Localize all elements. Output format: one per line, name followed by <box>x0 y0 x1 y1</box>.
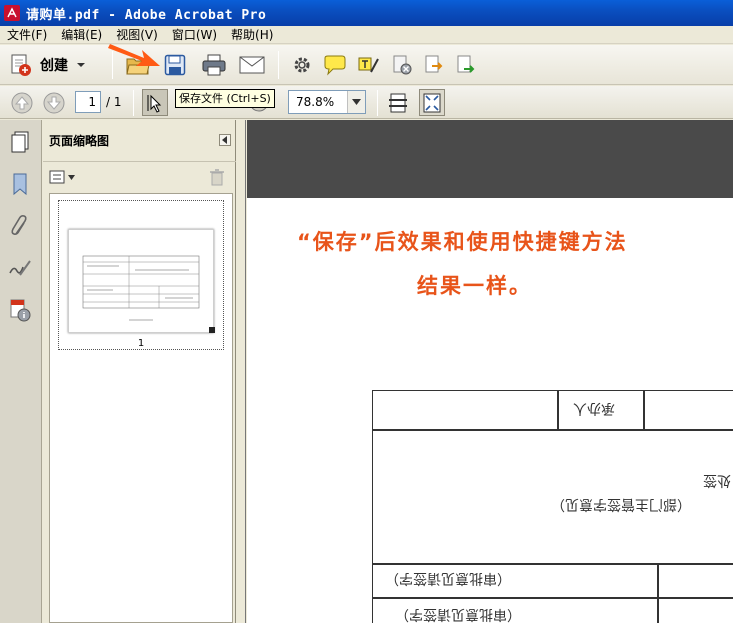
panel-splitter[interactable] <box>236 120 246 623</box>
mirrored-text: （审批意见请签字） <box>395 606 521 622</box>
thumbnail-resize-handle[interactable] <box>209 327 215 333</box>
zoom-value: 78.8% <box>296 95 335 109</box>
chevron-down-icon[interactable] <box>347 91 365 113</box>
chevron-down-icon <box>77 63 85 67</box>
envelope-icon <box>239 56 265 74</box>
bookmarks-button[interactable] <box>6 170 34 198</box>
table-divider <box>557 391 559 429</box>
thumbnail-list: 1 <box>49 193 233 623</box>
table-divider <box>643 391 645 429</box>
text-edit-icon <box>358 57 379 73</box>
menu-file[interactable]: 文件(F) <box>0 26 54 44</box>
annotation-text-line2: 结果一样。 <box>417 274 532 298</box>
mirrored-text: （部门主管签字意见） <box>551 496 691 512</box>
fit-width-button[interactable] <box>386 90 410 116</box>
secure-button[interactable] <box>390 53 414 77</box>
document-send-icon <box>457 55 475 73</box>
title-bar: 请购单.pdf - Adobe Acrobat Pro <box>0 0 733 26</box>
acrobat-logo-icon <box>4 5 20 21</box>
chevron-left-icon <box>222 136 227 144</box>
thumbnails-panel: 页面缩略图 1 <box>43 120 236 623</box>
create-label: 创建 <box>40 58 68 74</box>
settings-button[interactable] <box>290 53 314 77</box>
print-button[interactable] <box>200 52 228 78</box>
arrow-up-icon <box>11 92 33 114</box>
annotation-text-line1: “保存”后效果和使用快捷键方法 <box>297 230 628 254</box>
toolbar-separator <box>133 90 134 116</box>
save-tooltip: 保存文件 (Ctrl+S) <box>175 89 275 108</box>
thumbnail-page-number: 1 <box>137 338 145 349</box>
document-lock-icon <box>393 55 412 75</box>
mirrored-form-table: 承办人 （部门主管签字意见） 处签 （审批意见请签字） （审批意见请签字） <box>372 390 733 623</box>
page-total: / 1 <box>106 95 122 109</box>
thumbnail-options-button[interactable] <box>49 168 75 186</box>
page-number-input[interactable] <box>75 91 101 113</box>
next-page-button[interactable] <box>42 91 66 115</box>
thumbnail-page-preview <box>68 229 214 333</box>
cursor-select-icon <box>147 94 162 113</box>
save-floppy-icon <box>164 54 186 76</box>
fit-width-icon <box>389 93 407 113</box>
document-view[interactable]: “保存”后效果和使用快捷键方法 结果一样。 承办人 （部门主管签字意见） 处签 … <box>247 120 733 623</box>
delete-page-button[interactable] <box>209 168 225 189</box>
table-divider <box>657 563 659 623</box>
navigation-rail <box>0 120 42 623</box>
fit-page-button[interactable] <box>419 89 445 116</box>
navigation-toolbar: / 1 78.8% <box>0 86 733 119</box>
fit-page-icon <box>423 93 441 112</box>
create-pdf-icon <box>11 54 31 76</box>
paperclip-icon <box>11 215 27 235</box>
table-divider <box>373 563 733 565</box>
document-arrow-icon <box>425 55 443 73</box>
document-info-icon <box>10 299 31 322</box>
page-thumbnail[interactable]: 1 <box>58 200 224 350</box>
signature-pen-icon <box>9 260 31 276</box>
mirrored-text: 处签 <box>703 472 731 488</box>
bookmark-icon <box>13 173 27 196</box>
options-list-icon <box>49 170 65 184</box>
zoom-select[interactable]: 78.8% <box>288 90 366 114</box>
panel-header: 页面缩略图 <box>43 120 236 162</box>
menu-window[interactable]: 窗口(W) <box>165 26 224 44</box>
arrow-down-icon <box>43 92 65 114</box>
menu-help[interactable]: 帮助(H) <box>224 26 280 44</box>
comment-button[interactable] <box>322 53 348 77</box>
page-thumbnails-button[interactable] <box>6 128 34 156</box>
chevron-down-icon <box>68 174 75 180</box>
create-button[interactable]: 创建 <box>8 52 86 78</box>
save-button[interactable] <box>162 52 188 78</box>
pages-icon <box>11 131 29 153</box>
menu-edit[interactable]: 编辑(E) <box>54 26 109 44</box>
sign-button[interactable] <box>356 53 382 77</box>
send-button[interactable] <box>454 53 478 77</box>
comment-bubble-icon <box>324 55 346 76</box>
trash-icon <box>210 169 224 186</box>
security-settings-button[interactable] <box>6 296 34 324</box>
collapse-panel-button[interactable] <box>219 134 231 146</box>
gear-icon <box>294 57 310 73</box>
toolbar-separator <box>377 90 378 116</box>
signatures-button[interactable] <box>6 254 34 282</box>
table-divider <box>373 597 733 599</box>
export-button[interactable] <box>422 53 446 77</box>
select-tool-button[interactable] <box>142 89 168 116</box>
annotation-arrow-icon <box>108 44 160 66</box>
printer-icon <box>202 54 226 76</box>
previous-page-button[interactable] <box>10 91 34 115</box>
panel-title: 页面缩略图 <box>49 134 110 148</box>
table-divider <box>373 429 733 431</box>
mirrored-text: （审批意见请签字） <box>385 570 511 586</box>
toolbar-separator <box>278 51 279 79</box>
email-button[interactable] <box>238 52 266 78</box>
document-page: “保存”后效果和使用快捷键方法 结果一样。 承办人 （部门主管签字意见） 处签 … <box>247 198 733 623</box>
mirrored-text: 承办人 <box>573 400 615 416</box>
window-title: 请购单.pdf - Adobe Acrobat Pro <box>26 7 267 23</box>
attachments-button[interactable] <box>6 212 34 240</box>
